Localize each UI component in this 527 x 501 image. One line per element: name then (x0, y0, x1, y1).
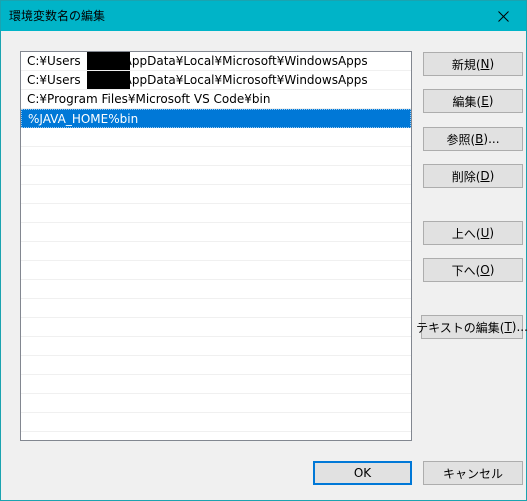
empty-list-row (21, 147, 411, 166)
empty-list-row (21, 318, 411, 337)
delete-button[interactable]: 削除(D) (423, 164, 523, 188)
empty-list-row (21, 242, 411, 261)
window-title: 環境変数名の編集 (9, 9, 106, 23)
empty-list-row (21, 280, 411, 299)
close-button[interactable] (480, 1, 526, 31)
new-button[interactable]: 新規(N) (423, 52, 523, 76)
empty-list-row (21, 185, 411, 204)
empty-list-row (21, 166, 411, 185)
list-item[interactable]: C:¥Users AppData¥Local¥Microsoft¥WindowsA… (21, 52, 411, 71)
title-bar: 環境変数名の編集 (1, 1, 526, 31)
list-item-selected[interactable]: %JAVA_HOME%bin (21, 109, 411, 128)
list-item-text: C:¥Program Files¥Microsoft VS Code¥bin (27, 92, 271, 106)
list-item-text-prefix: C:¥Users (27, 54, 81, 68)
path-list[interactable]: C:¥Users AppData¥Local¥Microsoft¥WindowsA… (20, 51, 412, 441)
empty-list-row (21, 128, 411, 147)
edit-text-button[interactable]: テキストの編集(T)... (416, 315, 527, 339)
empty-list-row (21, 375, 411, 394)
redacted-username (87, 52, 130, 70)
empty-list-row (21, 299, 411, 318)
empty-list-row (21, 337, 411, 356)
close-icon (497, 10, 509, 22)
list-item[interactable]: C:¥Users AppData¥Local¥Microsoft¥WindowsA… (21, 71, 411, 90)
move-up-button[interactable]: 上へ(U) (423, 221, 523, 245)
empty-list-row (21, 356, 411, 375)
redacted-username (87, 71, 130, 89)
empty-list-row (21, 223, 411, 242)
list-item[interactable]: C:¥Program Files¥Microsoft VS Code¥bin (21, 90, 411, 109)
browse-button[interactable]: 参照(B)... (423, 127, 523, 151)
ok-button[interactable]: OK (313, 461, 412, 485)
list-item-text-suffix: AppData¥Local¥Microsoft¥WindowsApps (123, 73, 368, 87)
edit-env-var-dialog: 環境変数名の編集 C:¥Users AppData¥Local¥Microsoft… (0, 0, 527, 501)
empty-list-row (21, 261, 411, 280)
move-down-button[interactable]: 下へ(O) (423, 258, 523, 282)
empty-list-row (21, 413, 411, 432)
cancel-button[interactable]: キャンセル (423, 461, 523, 485)
list-item-text-suffix: AppData¥Local¥Microsoft¥WindowsApps (123, 54, 368, 68)
list-item-text: %JAVA_HOME%bin (28, 112, 139, 126)
edit-button[interactable]: 編集(E) (423, 89, 523, 113)
list-item-text-prefix: C:¥Users (27, 73, 81, 87)
empty-list-row (21, 204, 411, 223)
empty-list-row (21, 394, 411, 413)
